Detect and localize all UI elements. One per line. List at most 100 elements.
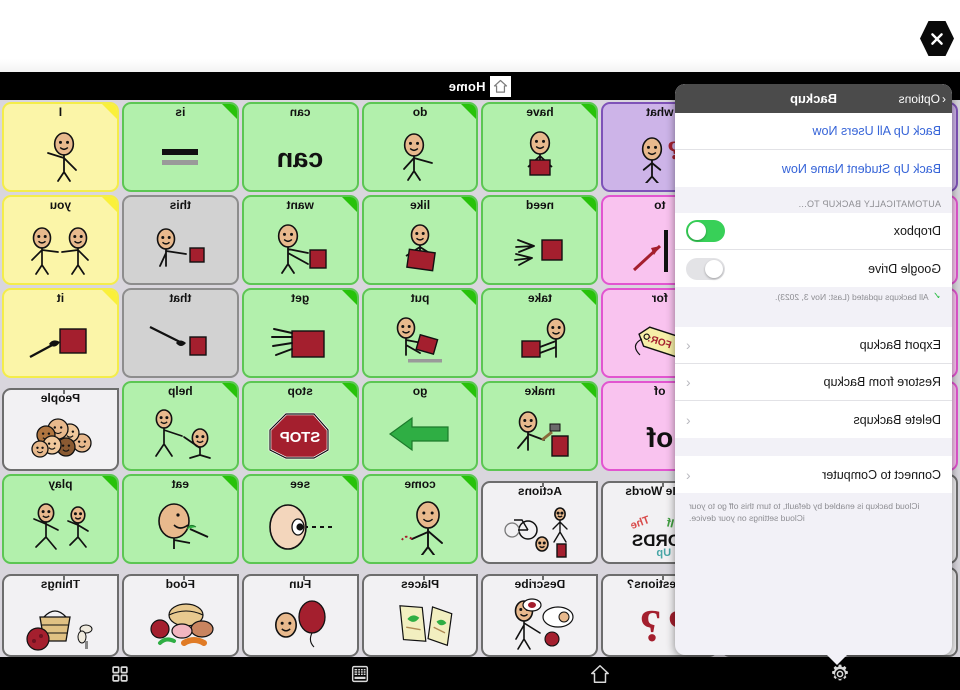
verb-corner-icon <box>221 383 237 398</box>
grid-cell-i[interactable]: I <box>2 102 119 192</box>
top-bar <box>0 0 960 72</box>
grid-cell-label: I <box>58 105 63 119</box>
grid-cell-want[interactable]: want <box>241 195 359 285</box>
verb-corner-icon <box>461 383 477 398</box>
export-backup-row[interactable]: Export Backup ‹ <box>675 327 952 364</box>
connect-to-computer-row[interactable]: Connect to Computer ‹ <box>675 456 952 493</box>
check-icon: ✓ <box>932 291 941 302</box>
grid-cell-people[interactable]: People <box>2 388 119 471</box>
grid-cell-you[interactable]: you <box>2 195 119 285</box>
grid-cell-play[interactable]: play <box>2 474 119 564</box>
little-word-up: Up <box>656 546 672 559</box>
grid-cell-need[interactable]: need <box>481 195 599 285</box>
person-eating-icon <box>124 491 237 562</box>
text-can-icon: can <box>244 119 357 190</box>
google-drive-label: Google Drive <box>868 261 941 276</box>
grid-cell-label: Fun <box>289 577 312 591</box>
little-word-the: The <box>628 514 652 533</box>
grid-cell-this[interactable]: this <box>121 195 239 285</box>
service-row-google-drive[interactable]: Google Drive <box>675 250 952 287</box>
restore-from-backup-row[interactable]: Restore from Backup ‹ <box>675 364 952 401</box>
grid-cell-like[interactable]: like <box>361 195 479 285</box>
back-up-student-button[interactable]: Back Up Student Name Now <box>675 150 952 187</box>
person-helping-icon <box>124 398 237 469</box>
grid-cell-go[interactable]: go <box>361 381 479 471</box>
grid-cell-put[interactable]: put <box>361 288 479 378</box>
grid-cell-label: take <box>527 291 552 305</box>
grid-icon[interactable] <box>0 657 240 690</box>
svg-text:of: of <box>646 422 673 453</box>
person-pointing-near-box-icon <box>124 212 237 283</box>
pronoun-corner-icon <box>101 197 117 212</box>
balloon-face-icon <box>244 591 357 655</box>
grid-cell-that[interactable]: that <box>121 288 239 378</box>
grid-cell-have[interactable]: have <box>481 102 599 192</box>
grid-cell-actions[interactable]: Actions <box>481 481 599 564</box>
grid-cell-label: Things <box>40 577 81 591</box>
chevron-right-icon: ‹ <box>686 466 691 483</box>
popover-title: Backup <box>790 91 837 106</box>
grid-cell-label: to <box>654 198 666 212</box>
keyboard-icon[interactable] <box>240 657 480 690</box>
grid-cell-do[interactable]: do <box>361 102 479 192</box>
grid-cell-label: you <box>49 198 72 212</box>
basket-ball-fan-icon <box>4 591 117 655</box>
two-people-pointing-icon <box>4 212 117 283</box>
grid-cell-help[interactable]: help <box>121 381 239 471</box>
back-up-all-users-button[interactable]: Back Up All Users Now <box>675 113 952 150</box>
page-title: Home <box>448 78 486 94</box>
grid-cell-come[interactable]: come <box>361 474 479 564</box>
grid-cell-get[interactable]: get <box>241 288 359 378</box>
grid-cell-label: come <box>404 477 436 491</box>
grid-cell-label: this <box>169 198 191 212</box>
verb-corner-icon <box>341 476 357 491</box>
grid-cell-label: want <box>286 198 314 212</box>
grid-cell-label: that <box>169 291 192 305</box>
equals-bars-icon <box>124 119 237 190</box>
grid-cell-can[interactable]: can can <box>241 102 359 192</box>
grid-cell-eat[interactable]: eat <box>121 474 239 564</box>
grid-cell-it[interactable]: it <box>2 288 119 378</box>
svg-text:?: ? <box>639 600 662 651</box>
grid-cell-label: need <box>525 198 554 212</box>
home-icon[interactable] <box>480 657 720 690</box>
hands-grabbing-box-icon <box>244 305 357 376</box>
verb-corner-icon <box>461 476 477 491</box>
grid-cell-is[interactable]: is <box>121 102 239 192</box>
hands-box-icon <box>484 212 597 283</box>
grid-cell-see[interactable]: see <box>241 474 359 564</box>
grid-cell-places[interactable]: Places <box>361 574 479 657</box>
back-up-student-label: Back Up Student Name Now <box>781 161 941 176</box>
grid-cell-describe[interactable]: Describe <box>481 574 599 657</box>
grid-cell-label: play <box>48 477 73 491</box>
grid-cell-stop[interactable]: stop STOP <box>241 381 359 471</box>
export-backup-label: Export Backup <box>859 338 941 352</box>
grid-cell-label: put <box>410 291 430 305</box>
service-row-dropbox[interactable]: Dropbox <box>675 213 952 250</box>
delete-backups-row[interactable]: Delete Backups ‹ <box>675 401 952 438</box>
verb-corner-icon <box>581 197 597 212</box>
grid-cell-label: see <box>290 477 311 491</box>
pronoun-corner-icon <box>101 290 117 305</box>
close-icon[interactable] <box>920 21 954 56</box>
grid-cell-label: Describe <box>514 577 566 591</box>
grid-cell-take[interactable]: take <box>481 288 599 378</box>
bottom-toolbar <box>0 657 960 690</box>
verb-corner-icon <box>461 197 477 212</box>
backup-status-text: All backups updated (Last: Nov 3, 2023). <box>775 292 929 302</box>
dropbox-toggle[interactable] <box>686 220 725 242</box>
google-drive-toggle[interactable] <box>686 257 725 280</box>
verb-corner-icon <box>341 290 357 305</box>
verb-corner-icon <box>101 476 117 491</box>
auto-backup-section-header: AUTOMATICALLY BACKUP TO... <box>675 187 952 213</box>
verb-corner-icon <box>581 290 597 305</box>
grid-cell-label: go <box>412 384 428 398</box>
grid-cell-make[interactable]: make <box>481 381 599 471</box>
person-hammering-icon <box>484 398 597 469</box>
grid-cell-label: can <box>289 105 311 119</box>
grid-cell-fun[interactable]: Fun <box>241 574 359 657</box>
auto-backup-services: Dropbox Google Drive <box>675 213 952 287</box>
grid-cell-food[interactable]: Food <box>121 574 239 657</box>
home-icon[interactable] <box>490 75 512 97</box>
grid-cell-things[interactable]: Things <box>2 574 119 657</box>
